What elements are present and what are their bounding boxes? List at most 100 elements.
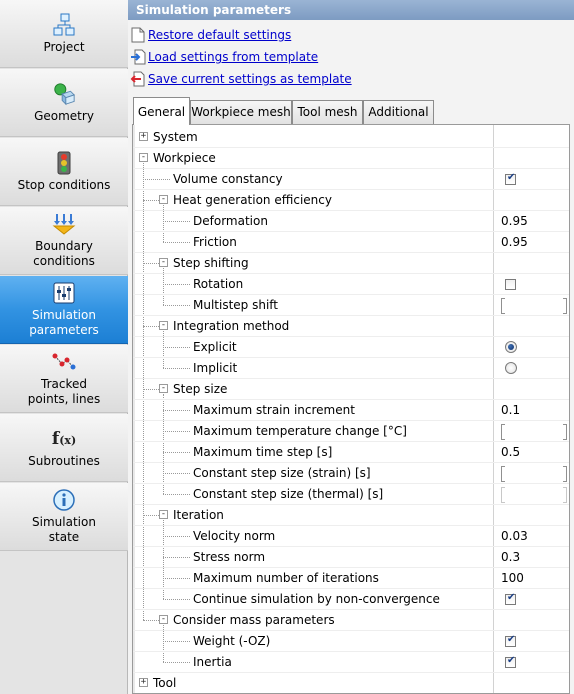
property-label: Constant step size (thermal) [s] — [193, 487, 384, 501]
property-label: Step size — [173, 382, 228, 396]
property-label: Inertia — [193, 655, 232, 669]
property-label: Weight (-OZ) — [193, 634, 271, 648]
sidebar-item-label: Subroutines — [28, 453, 100, 468]
grid-row-implicit[interactable]: Implicit — [133, 358, 569, 379]
expand-icon[interactable]: + — [139, 678, 148, 687]
property-label: Rotation — [193, 277, 244, 291]
property-checkbox[interactable] — [505, 279, 516, 290]
project-icon — [52, 13, 76, 37]
restore-defaults-link[interactable]: Restore default settings — [128, 26, 291, 44]
grid-row-stress-norm[interactable]: Stress norm 0.3 — [133, 547, 569, 568]
property-value[interactable]: 0.95 — [501, 211, 528, 232]
collapse-icon[interactable]: - — [159, 321, 168, 330]
property-label: Tool — [153, 676, 177, 690]
grid-row-volume-constancy[interactable]: Volume constancy — [133, 169, 569, 190]
grid-row-iteration[interactable]: - Iteration — [133, 505, 569, 526]
restore-defaults-label[interactable]: Restore default settings — [148, 28, 291, 42]
tracked-points-icon — [52, 350, 76, 374]
property-checkbox[interactable] — [505, 172, 516, 185]
sidebar-item-subroutines[interactable]: f(x) Subroutines — [0, 414, 128, 482]
property-value[interactable]: 0.03 — [501, 526, 528, 547]
property-checkbox[interactable] — [505, 592, 516, 605]
tab-workpiece-mesh[interactable]: Workpiece mesh — [190, 100, 292, 124]
property-value[interactable]: 0.1 — [501, 400, 520, 421]
sidebar-item-simulation-parameters[interactable]: Simulation parameters — [0, 276, 128, 344]
save-template-link[interactable]: Save current settings as template — [128, 70, 352, 88]
grid-row-velocity-norm[interactable]: Velocity norm 0.03 — [133, 526, 569, 547]
collapse-icon[interactable]: - — [159, 615, 168, 624]
grid-row-tool[interactable]: + Tool — [133, 673, 569, 693]
grid-row-step-size[interactable]: - Step size — [133, 379, 569, 400]
property-value[interactable]: 100 — [501, 568, 524, 589]
grid-row-consider-mass-parameters[interactable]: - Consider mass parameters — [133, 610, 569, 631]
load-template-link[interactable]: Load settings from template — [128, 48, 318, 66]
traffic-light-icon — [52, 151, 76, 175]
grid-row-weight-oz[interactable]: Weight (-OZ) — [133, 631, 569, 652]
grid-row-explicit[interactable]: Explicit — [133, 337, 569, 358]
property-label: Heat generation efficiency — [173, 193, 332, 207]
sidebar-item-label: Stop conditions — [17, 177, 111, 192]
property-input[interactable] — [501, 466, 567, 482]
collapse-icon[interactable]: - — [159, 195, 168, 204]
grid-row-step-shifting[interactable]: - Step shifting — [133, 253, 569, 274]
collapse-icon[interactable]: - — [159, 510, 168, 519]
grid-row-integration-method[interactable]: - Integration method — [133, 316, 569, 337]
property-checkbox[interactable] — [505, 634, 516, 647]
property-input[interactable] — [501, 298, 567, 314]
grid-row-constant-step-size-thermal-s[interactable]: Constant step size (thermal) [s] — [133, 484, 569, 505]
grid-row-rotation[interactable]: Rotation — [133, 274, 569, 295]
sidebar-item-label: Simulation state — [32, 515, 96, 544]
info-icon — [52, 488, 76, 512]
simulation-parameters-panel: Simulation parameters Restore default se… — [128, 0, 574, 694]
sidebar-item-simulation-state[interactable]: Simulation state — [0, 483, 128, 551]
grid-row-constant-step-size-strain-s[interactable]: Constant step size (strain) [s] — [133, 463, 569, 484]
property-input[interactable] — [501, 424, 567, 440]
sidebar-item-project[interactable]: Project — [0, 0, 128, 68]
grid-row-continue-simulation-by-non-convergence[interactable]: Continue simulation by non-convergence — [133, 589, 569, 610]
property-label: Continue simulation by non-convergence — [193, 592, 440, 606]
property-label: Iteration — [173, 508, 224, 522]
property-value[interactable]: 0.95 — [501, 232, 528, 253]
boundary-arrows-icon — [52, 212, 76, 236]
sidebar-item-tracked-points[interactable]: Tracked points, lines — [0, 345, 128, 413]
grid-row-friction[interactable]: Friction 0.95 — [133, 232, 569, 253]
grid-row-workpiece[interactable]: - Workpiece — [133, 148, 569, 169]
property-grid: +System-WorkpieceVolume constancy-Heat g… — [132, 124, 570, 694]
grid-row-deformation[interactable]: Deformation 0.95 — [133, 211, 569, 232]
collapse-icon[interactable]: - — [159, 384, 168, 393]
grid-row-maximum-temperature-change-c[interactable]: Maximum temperature change [°C] — [133, 421, 569, 442]
grid-row-maximum-strain-increment[interactable]: Maximum strain increment 0.1 — [133, 400, 569, 421]
load-template-label[interactable]: Load settings from template — [148, 50, 318, 64]
grid-row-inertia[interactable]: Inertia — [133, 652, 569, 673]
grid-row-maximum-time-step-s[interactable]: Maximum time step [s] 0.5 — [133, 442, 569, 463]
tab-general[interactable]: General — [133, 97, 190, 125]
grid-row-heat-generation-efficiency[interactable]: - Heat generation efficiency — [133, 190, 569, 211]
tab-tool-mesh[interactable]: Tool mesh — [292, 100, 363, 124]
property-label: Step shifting — [173, 256, 249, 270]
save-template-label[interactable]: Save current settings as template — [148, 72, 352, 86]
property-value[interactable]: 0.3 — [501, 547, 520, 568]
grid-row-system[interactable]: + System — [133, 127, 569, 148]
sidebar-item-label: Boundary conditions — [33, 239, 95, 268]
sidebar-item-label: Geometry — [34, 108, 94, 123]
property-radio[interactable] — [505, 362, 517, 374]
tab-additional[interactable]: Additional — [363, 100, 434, 124]
property-label: System — [153, 130, 198, 144]
restore-icon — [128, 26, 148, 44]
property-checkbox[interactable] — [505, 655, 516, 668]
grid-row-multistep-shift[interactable]: Multistep shift — [133, 295, 569, 316]
property-label: Volume constancy — [173, 172, 283, 186]
sidebar-item-stop-conditions[interactable]: Stop conditions — [0, 138, 128, 206]
property-label: Maximum time step [s] — [193, 445, 333, 459]
sidebar-item-geometry[interactable]: Geometry — [0, 69, 128, 137]
collapse-icon[interactable]: - — [159, 258, 168, 267]
sidebar-item-label: Simulation parameters — [29, 308, 99, 337]
grid-row-maximum-number-of-iterations[interactable]: Maximum number of iterations 100 — [133, 568, 569, 589]
panel-title: Simulation parameters — [128, 0, 574, 20]
sidebar-item-boundary-conditions[interactable]: Boundary conditions — [0, 207, 128, 275]
property-radio[interactable] — [505, 341, 517, 353]
expand-icon[interactable]: + — [139, 132, 148, 141]
property-value[interactable]: 0.5 — [501, 442, 520, 463]
collapse-icon[interactable]: - — [139, 153, 148, 162]
load-icon — [128, 48, 148, 66]
